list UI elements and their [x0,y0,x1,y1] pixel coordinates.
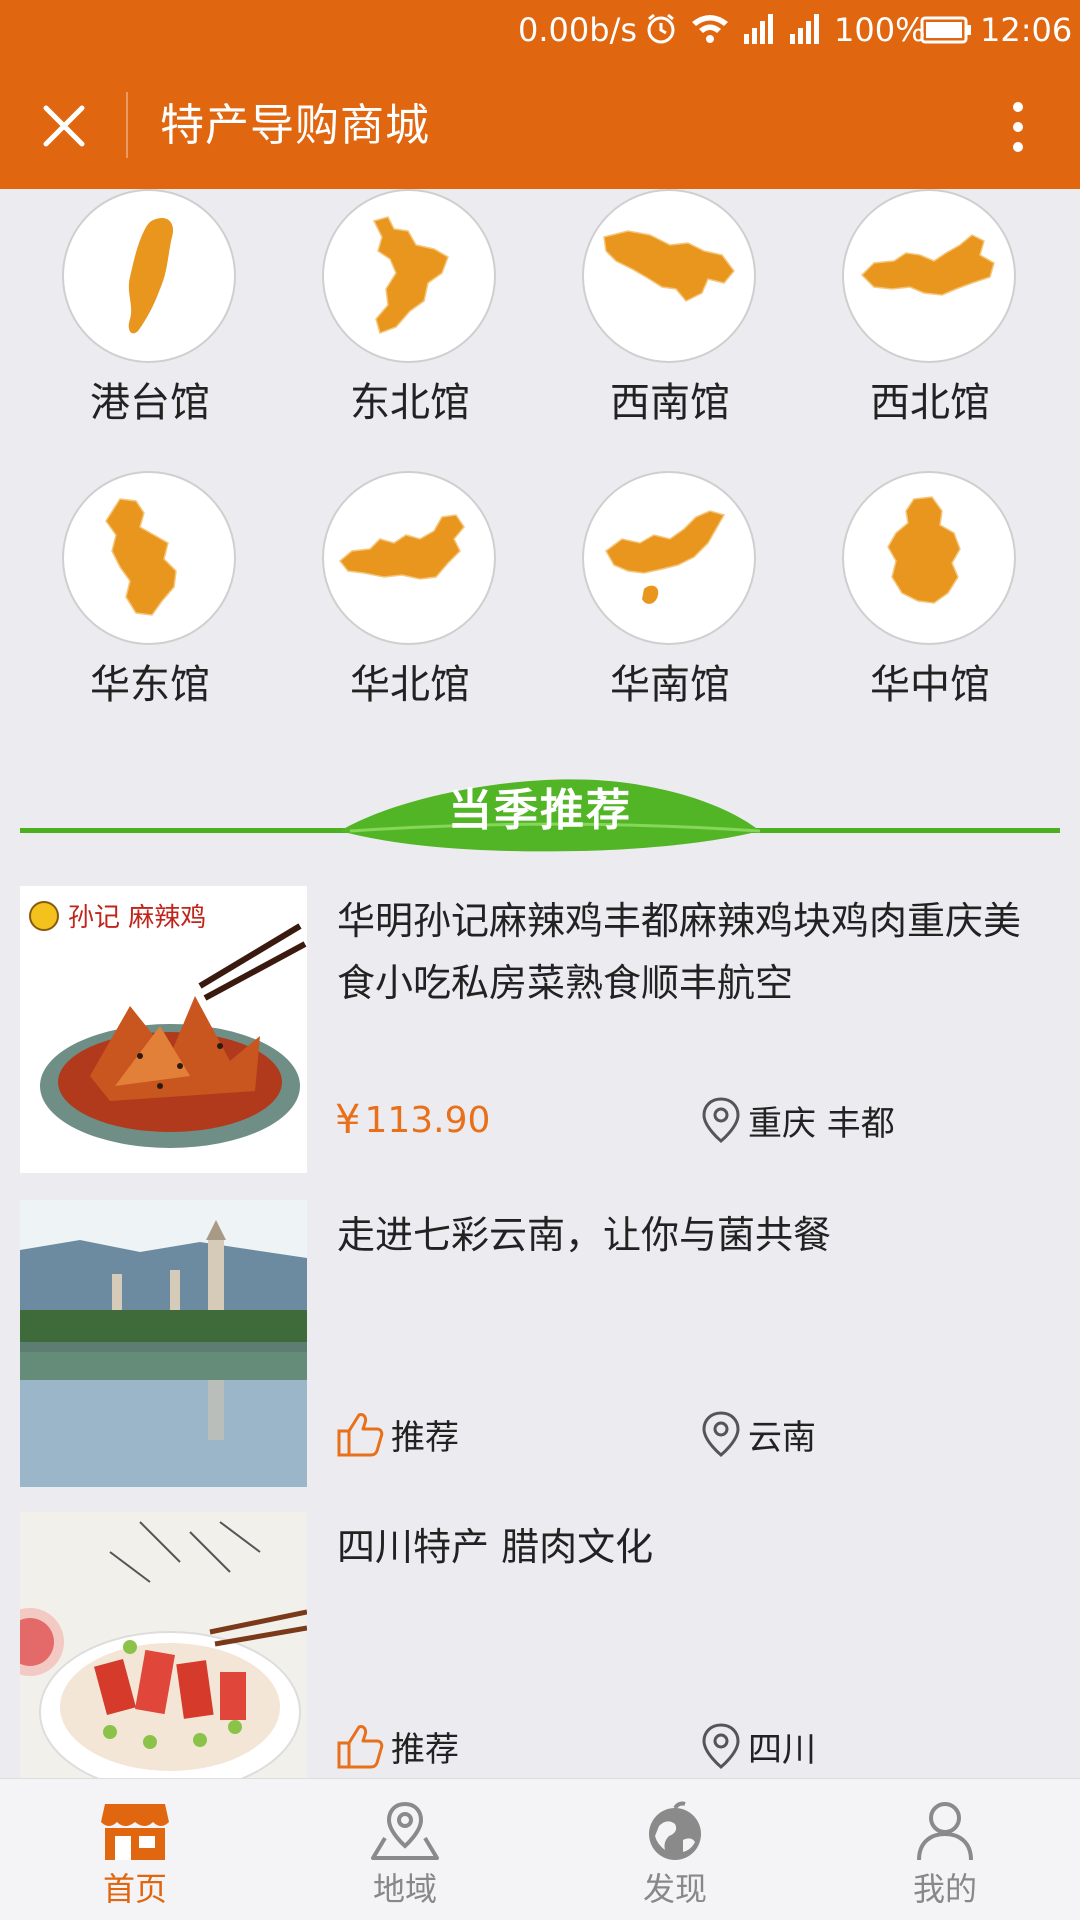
map-pin-icon [365,1795,445,1867]
nav-label: 发现 [642,1870,707,1908]
region-label: 东北馆 [350,380,470,426]
product-item[interactable]: 孙记 麻辣鸡 华明孙记麻辣鸡丰都麻辣鸡块鸡肉重庆美食小吃私房菜熟食顺丰航空 ¥ … [0,886,1080,1176]
thumbs-up-icon [337,1725,384,1769]
east-china-map-icon [62,471,236,645]
sichuan-cured-meat-dish-photo [20,1512,307,1778]
alarm-icon [644,12,678,55]
price-symbol: ¥ [335,1097,361,1143]
status-bar: 0.00b/s 100% 12:06 [0,0,1080,62]
page-title: 特产导购商城 [160,100,430,151]
region-item-xibei[interactable]: 西北馆 [800,189,1060,449]
southwest-map-icon [582,189,756,363]
nav-label: 我的 [912,1870,977,1908]
battery-icon [920,14,972,54]
region-item-dongbei[interactable]: 东北馆 [280,189,540,449]
product-item[interactable]: 走进七彩云南，让你与菌共餐 推荐 云南 [0,1200,1080,1490]
northeast-map-icon [322,189,496,363]
product-item[interactable]: 四川特产 腊肉文化 推荐 四川 [0,1512,1080,1778]
signal-icon [742,12,778,55]
northwest-map-icon [842,189,1016,363]
central-china-map-icon [842,471,1016,645]
region-grid: 港台馆 东北馆 西南馆 西北馆 华东馆 华北馆 华南馆 华中馆 [0,189,1080,729]
nav-mine[interactable]: 我的 [810,1779,1080,1920]
net-speed: 0.00b/s [518,11,638,49]
nav-home[interactable]: 首页 [0,1779,270,1920]
product-location: 四川 [748,1729,816,1770]
shop-icon [95,1795,175,1867]
south-china-map-icon [582,471,756,645]
close-button[interactable] [28,94,100,158]
clock: 12:06 [980,11,1073,49]
region-label: 华东馆 [90,662,210,708]
bottom-nav: 首页 地域 发现 我的 [0,1778,1080,1920]
recommend-tag: 推荐 [391,1417,459,1458]
brand-text: 孙记 麻辣鸡 [68,903,206,933]
region-label: 华南馆 [610,662,730,708]
north-china-map-icon [322,471,496,645]
recommend-tag: 推荐 [391,1729,459,1770]
product-location: 云南 [748,1417,816,1458]
more-button[interactable] [990,92,1046,162]
app-header: 0.00b/s 100% 12:06 特产导购商城 [0,0,1080,189]
globe-icon [635,1795,715,1867]
region-label: 港台馆 [90,380,210,426]
recommend-block: 推荐 [335,1406,459,1462]
region-item-xinan[interactable]: 西南馆 [540,189,800,449]
region-item-huabei[interactable]: 华北馆 [280,471,540,731]
product-title: 华明孙记麻辣鸡丰都麻辣鸡块鸡肉重庆美食小吃私房菜熟食顺丰航空 [337,899,1022,1005]
region-item-gangtai[interactable]: 港台馆 [20,189,280,449]
title-bar: 特产导购商城 [0,62,1080,189]
user-icon [905,1795,985,1867]
location-block: 云南 [700,1406,816,1462]
region-item-huanan[interactable]: 华南馆 [540,471,800,731]
region-label: 西南馆 [610,380,730,426]
thumbs-up-icon [337,1413,384,1457]
region-label: 华中馆 [870,662,990,708]
close-icon [43,105,85,147]
signal-icon [788,12,824,55]
season-banner: 当季推荐 [20,775,1060,855]
region-item-huadong[interactable]: 华东馆 [20,471,280,731]
spicy-chicken-photo: 孙记 麻辣鸡 [20,886,307,1173]
battery-level: 100% [834,11,926,49]
location-pin-icon [702,1097,740,1143]
more-vertical-icon [1013,102,1023,152]
yunnan-pagoda-lake-photo [20,1200,307,1487]
product-title: 走进七彩云南，让你与菌共餐 [337,1213,832,1257]
price-block: ¥ 113.90 [335,1092,490,1148]
location-block: 四川 [700,1718,816,1774]
recommend-block: 推荐 [335,1718,459,1774]
region-label: 华北馆 [350,662,470,708]
product-location: 重庆 丰都 [748,1103,895,1144]
taiwan-map-icon [62,189,236,363]
region-label: 西北馆 [870,380,990,426]
season-title: 当季推荐 [448,785,632,836]
location-block: 重庆 丰都 [700,1092,895,1148]
region-item-huazhong[interactable]: 华中馆 [800,471,1060,731]
wifi-icon [690,12,730,55]
nav-label: 首页 [102,1870,167,1908]
nav-discover[interactable]: 发现 [540,1779,810,1920]
location-pin-icon [702,1411,740,1457]
nav-region[interactable]: 地域 [270,1779,540,1920]
product-price: 113.90 [364,1099,491,1141]
product-title: 四川特产 腊肉文化 [337,1525,654,1569]
nav-label: 地域 [372,1870,437,1908]
location-pin-icon [702,1723,740,1769]
title-divider [126,92,128,158]
